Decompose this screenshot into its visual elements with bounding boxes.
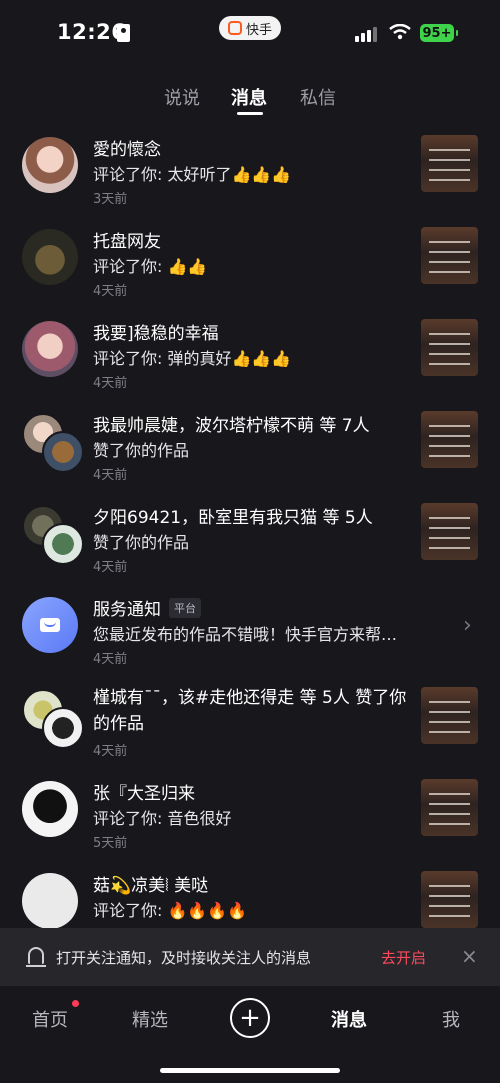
- message-text: 评论了你: 👍👍: [93, 257, 208, 276]
- video-thumbnail[interactable]: [421, 503, 478, 560]
- message-time: 4天前: [93, 652, 128, 667]
- follow-notification-bar: 打开关注通知，及时接收关注人的消息 去开启 ×: [0, 928, 500, 986]
- sender-name: 我要]稳稳的幸福: [93, 324, 219, 344]
- sender-name: 夕阳69421，卧室里有我只猫 等 5人: [93, 508, 373, 528]
- avatar[interactable]: [42, 707, 84, 749]
- video-thumbnail[interactable]: [421, 319, 478, 376]
- cellular-signal-icon: [355, 27, 377, 42]
- nav-me[interactable]: 我: [442, 1006, 460, 1032]
- video-thumbnail[interactable]: [421, 779, 478, 836]
- sender-name: 菇💫凉美⦚ 美哒: [93, 876, 209, 896]
- message-text: 赞了你的作品: [93, 533, 190, 552]
- message-time: 4天前: [93, 284, 128, 299]
- status-bar: 12:26 快手 95+: [0, 0, 500, 66]
- video-thumbnail[interactable]: [421, 411, 478, 468]
- message-text: 评论了你: 🔥🔥🔥🔥: [93, 901, 248, 920]
- avatar[interactable]: [22, 137, 78, 193]
- chevron-right-icon[interactable]: ›: [463, 613, 472, 638]
- message-text: 评论了你: 太好听了👍👍👍: [93, 165, 292, 184]
- tab-private-messages[interactable]: 私信: [300, 84, 336, 110]
- create-post-button[interactable]: +: [230, 998, 270, 1038]
- status-time: 12:26: [57, 20, 127, 44]
- sender-name: 托盘网友: [93, 232, 161, 252]
- list-item[interactable]: 服务通知 平台 您最近发布的作品不错哦！快手官方来帮… 4天前 ›: [0, 585, 500, 677]
- list-item[interactable]: 槿城有¯¯，该#走他还得走 等 5人 赞了你的作品 4天前: [0, 677, 500, 769]
- id-card-icon: [117, 24, 130, 42]
- close-icon[interactable]: ×: [461, 944, 478, 968]
- list-item[interactable]: 张『大圣归来 评论了你: 音色很好 5天前: [0, 769, 500, 861]
- avatar[interactable]: [42, 431, 84, 473]
- avatar[interactable]: [22, 781, 78, 837]
- message-time: 5天前: [93, 836, 128, 851]
- nav-messages[interactable]: 消息: [331, 1006, 367, 1032]
- top-tabs: 说说 消息 私信: [0, 80, 500, 120]
- sender-name: 愛的懷念: [93, 140, 161, 160]
- notification-text: 打开关注通知，及时接收关注人的消息: [56, 949, 312, 967]
- bottom-nav: 首页 精选 + 消息 我: [0, 986, 500, 1083]
- sender-name: 我最帅晨婕，波尔塔柠檬不萌 等 7人: [93, 416, 370, 436]
- home-indicator: [160, 1068, 340, 1073]
- message-time: 4天前: [93, 376, 128, 391]
- avatar[interactable]: [22, 229, 78, 285]
- nav-home[interactable]: 首页: [32, 1006, 68, 1032]
- unread-dot: [72, 1000, 79, 1007]
- message-text: 您最近发布的作品不错哦！快手官方来帮…: [93, 625, 398, 644]
- sender-name: 张『大圣归来: [93, 784, 195, 804]
- battery-indicator: 95+: [420, 24, 458, 42]
- kuaishou-logo-icon: [227, 21, 242, 35]
- mail-icon: [40, 618, 60, 632]
- message-text: 评论了你: 音色很好: [93, 809, 232, 828]
- video-thumbnail[interactable]: [421, 687, 478, 744]
- service-avatar[interactable]: [22, 597, 78, 653]
- video-thumbnail[interactable]: [421, 135, 478, 192]
- sender-name: 槿城有¯¯，该#走他还得走 等 5人 赞了你的作品: [93, 688, 407, 734]
- tab-shuoshuo[interactable]: 说说: [164, 84, 200, 110]
- sender-name: 服务通知 平台: [93, 595, 413, 620]
- platform-badge: 平台: [169, 598, 201, 618]
- list-item[interactable]: 夕阳69421，卧室里有我只猫 等 5人 赞了你的作品 4天前: [0, 493, 500, 585]
- sender-name-label: 服务通知: [93, 600, 161, 620]
- nav-featured[interactable]: 精选: [132, 1006, 168, 1032]
- video-thumbnail[interactable]: [421, 227, 478, 284]
- list-item[interactable]: 我要]稳稳的幸福 评论了你: 弹的真好👍👍👍 4天前: [0, 309, 500, 401]
- wifi-icon: [389, 24, 411, 40]
- list-item[interactable]: 我最帅晨婕，波尔塔柠檬不萌 等 7人 赞了你的作品 4天前: [0, 401, 500, 493]
- avatar[interactable]: [22, 873, 78, 929]
- bell-icon: [26, 947, 46, 967]
- message-text: 评论了你: 弹的真好👍👍👍: [93, 349, 292, 368]
- message-time: 4天前: [93, 468, 128, 483]
- tab-messages[interactable]: 消息: [231, 84, 267, 110]
- app-pill-label: 快手: [245, 22, 272, 38]
- message-time: 4天前: [93, 560, 128, 575]
- message-list: 愛的懷念 评论了你: 太好听了👍👍👍 3天前 托盘网友 评论了你: 👍👍 4天前…: [0, 125, 500, 953]
- list-item[interactable]: 愛的懷念 评论了你: 太好听了👍👍👍 3天前: [0, 125, 500, 217]
- message-time: 3天前: [93, 192, 128, 207]
- video-thumbnail[interactable]: [421, 871, 478, 928]
- list-item[interactable]: 托盘网友 评论了你: 👍👍 4天前: [0, 217, 500, 309]
- message-text: 赞了你的作品: [93, 441, 190, 460]
- app-pill[interactable]: 快手: [219, 16, 281, 40]
- avatar[interactable]: [22, 321, 78, 377]
- avatar[interactable]: [42, 523, 84, 565]
- active-tab-indicator: [237, 112, 263, 115]
- enable-notification-button[interactable]: 去开启: [381, 947, 426, 968]
- message-time: 4天前: [93, 744, 128, 759]
